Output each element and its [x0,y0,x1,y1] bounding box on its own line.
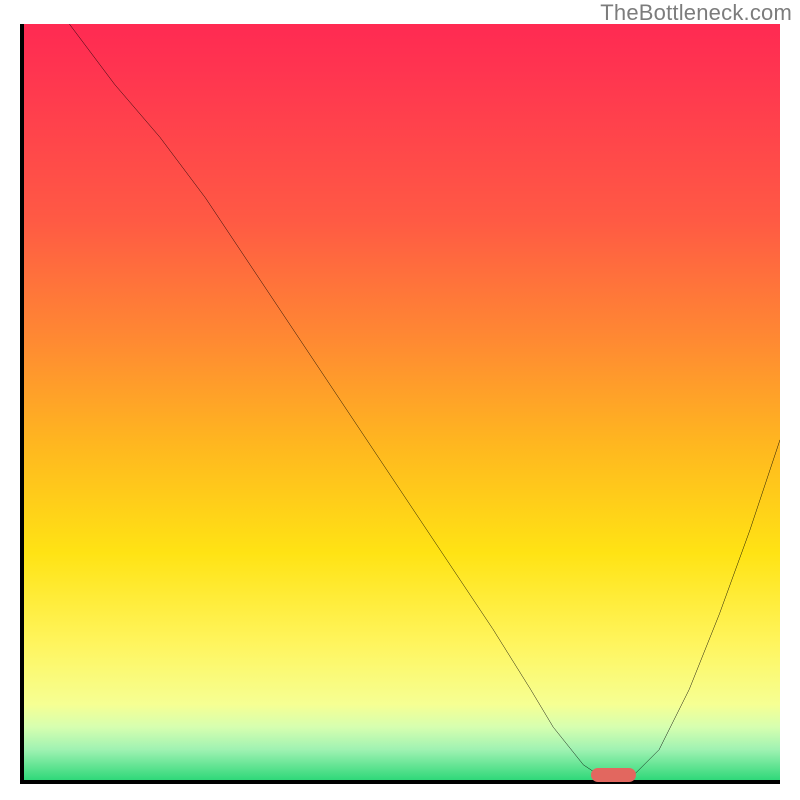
plot-area [20,24,780,784]
bottleneck-curve [24,24,780,780]
watermark-text: TheBottleneck.com [600,0,792,26]
chart-container: TheBottleneck.com [0,0,800,800]
optimum-marker [591,768,636,782]
